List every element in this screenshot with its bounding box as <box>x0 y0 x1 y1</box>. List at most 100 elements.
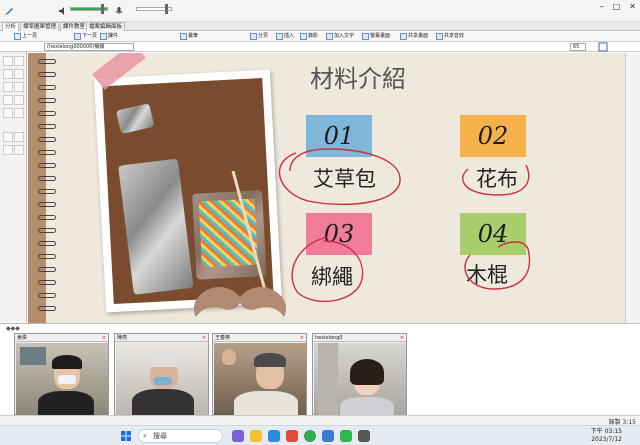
eraser-tool-icon[interactable] <box>14 82 24 92</box>
ring-binding <box>38 267 56 272</box>
courseware-button[interactable]: 課件 <box>100 32 118 41</box>
mail-app-icon[interactable] <box>322 430 334 442</box>
table-tool-icon[interactable] <box>14 132 24 142</box>
person-body <box>340 397 394 415</box>
participant-video <box>214 343 306 415</box>
close-icon[interactable]: × <box>300 334 304 341</box>
slide-scrollbar[interactable] <box>625 53 640 323</box>
small-bag <box>115 103 155 135</box>
participant-name-bar: hexielong0 × <box>313 334 406 342</box>
screen-button[interactable]: 螢幕畫面 <box>362 32 390 41</box>
document-bar: (hexielong000000)簡報 65 <box>0 42 640 52</box>
shape-tool-icon[interactable] <box>14 69 24 79</box>
next-page-button[interactable]: 下一頁 <box>74 32 97 41</box>
ring-binding <box>38 241 56 246</box>
photo-image <box>102 77 274 305</box>
person-hair <box>350 359 384 385</box>
undo-tool-icon[interactable] <box>3 145 13 155</box>
mic-slider[interactable] <box>136 4 172 14</box>
speaker-icon[interactable] <box>58 6 68 16</box>
close-icon[interactable]: × <box>102 334 106 341</box>
tab-gallery[interactable]: 標準圖庫管理 <box>20 22 60 31</box>
pointer-tool-icon[interactable] <box>14 95 24 105</box>
button-label: 加入文字 <box>334 33 355 39</box>
button-label: 上一頁 <box>22 33 38 39</box>
face-mask <box>154 377 172 385</box>
wall-picture <box>20 347 46 365</box>
share-audio-button[interactable]: 共享音效 <box>436 32 464 41</box>
clock-date: 2023/7/12 <box>591 436 622 443</box>
ring-binding <box>38 280 56 285</box>
participant-name-bar: 陳燕 × <box>115 334 208 342</box>
office-app-icon[interactable] <box>286 430 298 442</box>
ring-binding <box>38 215 56 220</box>
audio-icon <box>436 33 443 40</box>
prev-page-button[interactable]: 上一頁 <box>14 32 37 41</box>
ring-binding <box>38 163 56 168</box>
pen-tool-icon[interactable] <box>14 56 24 66</box>
insert-button[interactable]: 插入 <box>276 32 294 41</box>
minimize-icon[interactable]: – <box>600 2 604 11</box>
participant-tile[interactable]: hexielong0 × <box>312 333 407 415</box>
arrow-right-icon <box>74 33 81 40</box>
highlight-tool-icon[interactable] <box>3 95 13 105</box>
grid-tool-icon[interactable] <box>3 132 13 142</box>
participant-tile[interactable]: 王春英 × <box>212 333 307 415</box>
close-icon[interactable]: ✕ <box>629 2 636 11</box>
volume-slider[interactable] <box>70 4 108 14</box>
microphone-icon[interactable] <box>114 6 124 16</box>
person-body <box>234 391 298 415</box>
badge-01: 01 <box>306 115 372 157</box>
participant-name: hexielong0 <box>315 335 343 341</box>
participant-video <box>116 343 208 415</box>
search-icon: ⌕ <box>143 432 147 440</box>
participant-tile[interactable]: 陳燕 × <box>114 333 209 415</box>
fill-tool-icon[interactable] <box>14 108 24 118</box>
close-icon[interactable]: × <box>202 334 206 341</box>
materials-photo <box>93 69 283 313</box>
button-label: 課件 <box>108 33 119 39</box>
fit-icon[interactable] <box>598 42 608 52</box>
line-tool-icon[interactable] <box>3 69 13 79</box>
tab-edit-panel[interactable]: 檔案編輯面板 <box>86 22 126 31</box>
text-tool-icon[interactable] <box>3 82 13 92</box>
task-view-icon[interactable] <box>232 430 244 442</box>
badge-03: 03 <box>306 213 372 255</box>
button-label: 插入 <box>284 33 295 39</box>
text-icon <box>326 33 333 40</box>
paging-button[interactable]: 分頁 <box>250 32 268 41</box>
participant-video <box>16 343 108 415</box>
file-explorer-icon[interactable] <box>250 430 262 442</box>
brush-icon <box>180 33 187 40</box>
share-screen-button[interactable]: 共享畫面 <box>400 32 428 41</box>
participant-name: 陳燕 <box>117 335 128 341</box>
document-name-field[interactable]: (hexielong000000)簡報 <box>44 43 134 51</box>
pen-button[interactable]: 畫筆 <box>180 32 198 41</box>
pen-icon[interactable] <box>4 6 14 16</box>
tab-analysis[interactable]: 分析 <box>2 22 20 31</box>
windows-start-icon[interactable] <box>121 431 131 441</box>
slide-title: 材料介紹 <box>310 65 406 93</box>
add-text-button[interactable]: 加入文字 <box>326 32 354 41</box>
chrome-icon[interactable] <box>304 430 316 442</box>
slide-canvas[interactable]: 材料介紹 01 艾草包 02 花布 03 綁繩 04 木棍 <box>28 53 625 323</box>
meeting-app-icon[interactable] <box>358 430 370 442</box>
system-clock[interactable]: 下午 03:15 2023/7/12 <box>591 428 622 444</box>
share-icon <box>400 33 407 40</box>
select-tool-icon[interactable] <box>3 56 13 66</box>
curtain <box>318 343 338 415</box>
maximize-icon[interactable]: □ <box>613 2 621 11</box>
button-label: 分頁 <box>258 33 269 39</box>
taskbar-search-input[interactable]: ⌕ 搜尋 <box>138 429 223 443</box>
tab-classroom[interactable]: 課件教室 <box>60 22 89 31</box>
line-app-icon[interactable] <box>340 430 352 442</box>
participant-tile[interactable]: 姜柔 × <box>14 333 109 415</box>
record-button[interactable]: 錄影 <box>300 32 318 41</box>
color-tool-icon[interactable] <box>3 108 13 118</box>
zoom-field[interactable]: 65 <box>570 43 586 51</box>
ring-binding <box>38 306 56 311</box>
close-icon[interactable]: × <box>400 334 404 341</box>
clock-time: 下午 03:15 <box>590 428 622 435</box>
edge-browser-icon[interactable] <box>268 430 280 442</box>
redo-tool-icon[interactable] <box>14 145 24 155</box>
